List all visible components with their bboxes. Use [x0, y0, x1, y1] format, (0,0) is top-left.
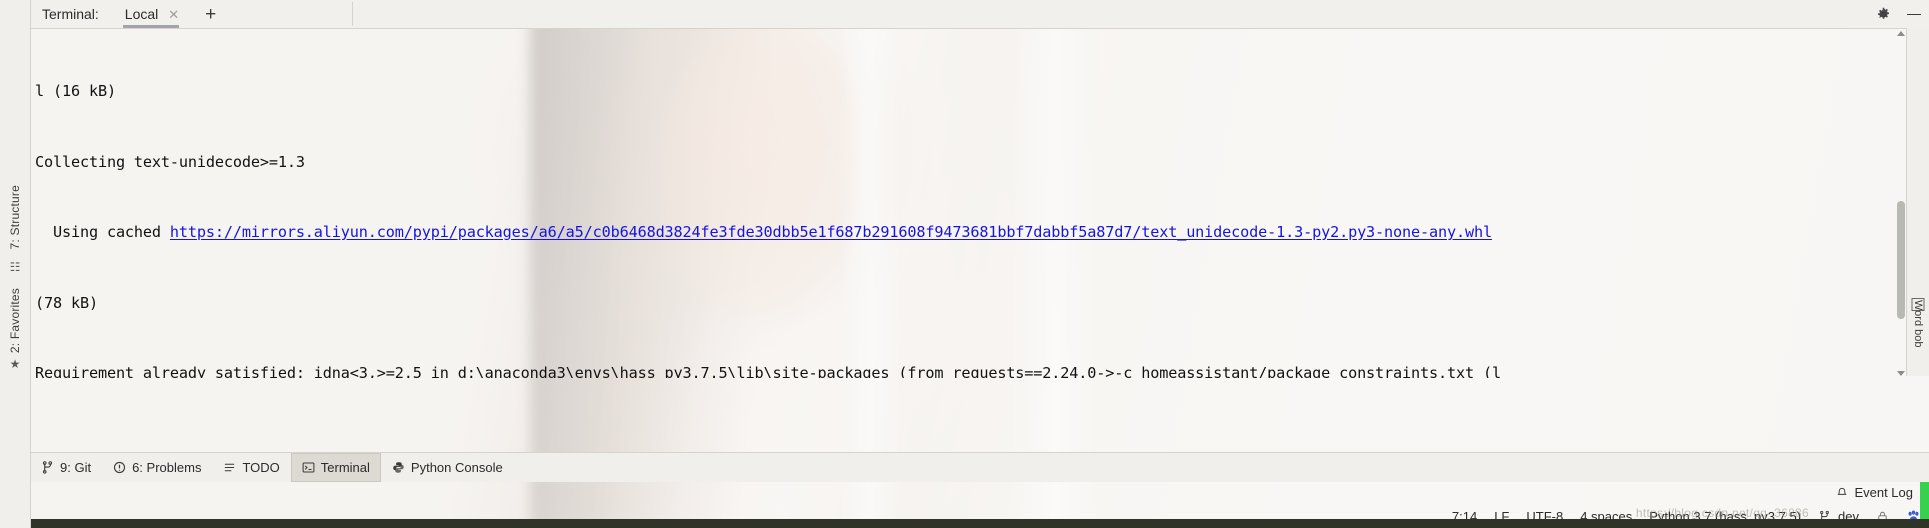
bottom-tab-label: TODO [242, 460, 280, 475]
terminal-toolwindow-header: Terminal: Local ✕ + [30, 0, 1929, 29]
bottom-tab-label: Python Console [410, 460, 503, 475]
terminal-output-text: l (16 kB) Collecting text-unidecode>=1.3… [31, 29, 1906, 378]
bottom-tab-git[interactable]: 9: Git [30, 453, 102, 482]
terminal-line: Collecting text-unidecode>=1.3 [35, 152, 305, 171]
bottom-tab-label: Terminal [320, 460, 370, 475]
terminal-toolwindow-title: Terminal: [42, 6, 99, 22]
terminal-tab-label: Local [124, 6, 159, 22]
scrollbar-thumb[interactable] [1897, 201, 1905, 319]
gear-icon[interactable] [1876, 7, 1891, 22]
bottom-tab-terminal[interactable]: Terminal [290, 453, 381, 482]
branch-icon [41, 461, 54, 474]
taskbar-stripe [0, 519, 1929, 528]
python-icon [392, 461, 405, 474]
bottom-tab-label: 9: Git [60, 460, 92, 475]
bottom-tool-window-bar: 9: Git 6: Problems TODO Terminal Python … [0, 452, 1929, 482]
event-log-button[interactable]: Event Log [1836, 485, 1913, 500]
terminal-line: (78 kB) [35, 293, 98, 312]
package-url-link[interactable]: https://mirrors.aliyun.com/pypi/packages… [170, 223, 1492, 241]
warning-icon [113, 461, 126, 474]
terminal-icon [302, 461, 315, 474]
status-indicator-green [1920, 482, 1929, 519]
favorites-star-icon: ★ [9, 357, 21, 371]
terminal-line: Using cached https://mirrors.aliyun.com/… [35, 221, 1906, 245]
status-bar: Event Log 7:14 LF UTF-8 4 spaces Python … [0, 482, 1929, 528]
watermark-text: https://blog.csdn.net/qq_36886 [1635, 506, 1809, 520]
new-terminal-tab-button[interactable]: + [205, 5, 216, 24]
list-icon [223, 461, 236, 474]
event-log-label: Event Log [1854, 485, 1913, 500]
sidebar-item-word-bob[interactable]: Word bob [1912, 300, 1924, 348]
scroll-up-icon[interactable] [1897, 31, 1905, 36]
terminal-output[interactable]: l (16 kB) Collecting text-unidecode>=1.3… [31, 29, 1906, 378]
terminal-line-prefix: Using cached [35, 223, 170, 241]
sidebar-item-favorites[interactable]: 2: Favorites [8, 288, 22, 353]
header-divider [352, 2, 353, 26]
terminal-header-actions [1876, 0, 1921, 28]
close-icon[interactable]: ✕ [168, 8, 179, 21]
sidebar-item-structure[interactable]: 7: Structure [8, 185, 22, 249]
left-tool-window-bar: 7: Structure ☷ 2: Favorites ★ [0, 0, 31, 528]
bottom-tab-label: 6: Problems [132, 460, 202, 475]
minimize-icon[interactable] [1907, 13, 1921, 15]
pycharm-window: 7: Structure ☷ 2: Favorites ★ Word bob T… [0, 0, 1929, 528]
bottom-tab-problems[interactable]: 6: Problems [102, 453, 212, 482]
terminal-line: Requirement already satisfied: idna<3,>=… [35, 364, 1501, 378]
terminal-tab-local[interactable]: Local ✕ [115, 1, 187, 28]
terminal-scrollbar[interactable] [1895, 29, 1906, 378]
bottom-tab-todo[interactable]: TODO [212, 453, 290, 482]
terminal-line: l (16 kB) [35, 82, 116, 100]
structure-icon: ☷ [9, 260, 21, 274]
bell-icon [1836, 487, 1848, 499]
scroll-down-icon[interactable] [1897, 371, 1905, 376]
right-tool-window-bar: Word bob [1906, 28, 1929, 376]
bottom-tab-python-console[interactable]: Python Console [381, 453, 514, 482]
